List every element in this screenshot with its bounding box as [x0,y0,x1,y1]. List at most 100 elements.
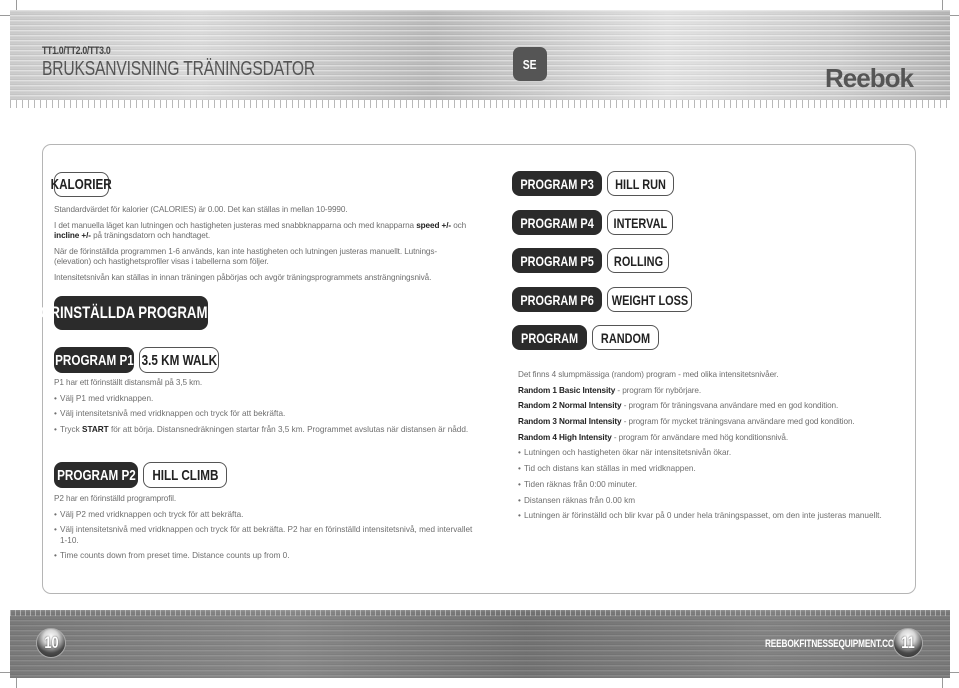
kalorier-tag: KALORIER [50,172,113,197]
footer-band: 10 REEBOKFITNESSEQUIPMENT.COM 11 [10,610,950,678]
list-item: Tiden räknas från 0:00 minuter. [518,480,908,491]
bullet-list: Välj P1 med vridknappen. Välj intensitet… [54,394,474,436]
crop-mark [942,0,943,10]
program-name: HILL CLIMB [151,466,219,484]
program-name: HILL RUN [615,175,666,192]
program-label: PROGRAM P3 [520,175,594,192]
program-tag: PROGRAM P2 [54,462,138,488]
program-label: PROGRAM P5 [520,252,594,269]
random-level: Random 4 High Intensity - program för an… [518,433,908,444]
text: och [451,220,467,230]
language-badge: SE [513,47,547,81]
page-number-text: 10 [43,633,59,652]
paragraph: Standardvärdet för kalorier (CALORIES) ä… [54,205,348,214]
program-p6-header: PROGRAM P6 WEIGHT LOSS [512,287,692,312]
list-item: Välj intensitetsnivå med vridknappen och… [54,525,474,546]
list-item: Tid och distans kan ställas in med vridk… [518,464,908,475]
intro: Det finns 4 slumpmässiga (random) progra… [518,370,779,379]
random-level: Random 1 Basic Intensity - program för n… [518,386,908,397]
program-random-header: PROGRAM RANDOM [512,325,659,350]
website-url: REEBOKFITNESSEQUIPMENT.COM [765,638,901,650]
crop-mark [942,678,943,688]
level-name: Random 4 High Intensity [518,432,612,442]
program-name: WEIGHT LOSS [611,291,688,308]
paragraph: När de förinställda programmen 1-6 använ… [54,246,437,267]
paragraph-manual-mode: I det manuella läget kan lutningen och h… [54,221,474,242]
program-name: RANDOM [600,329,651,346]
document-title: BRUKSANVISNING TRÄNINGSDATOR [42,58,316,80]
program-name: 3.5 KM WALK [141,351,217,369]
list-item: Lutningen och hastigheten ökar när inten… [518,448,908,459]
program-tag: PROGRAM P6 [512,287,602,312]
page-number-text: 11 [901,633,915,652]
bullet-list: Lutningen och hastigheten ökar när inten… [518,448,908,521]
program-tag: PROGRAM P3 [512,171,602,196]
page-number-right: 11 [893,628,923,658]
list-item: Välj intensitetsnivå med vridknappen och… [54,409,474,420]
program-tag: PROGRAM P1 [54,347,134,373]
text: för att börja. Distansnedräkningen start… [108,424,469,434]
program-label: PROGRAM [520,329,579,346]
page-number-left: 10 [36,628,66,658]
program-p3-header: PROGRAM P3 HILL RUN [512,171,674,196]
random-level: Random 3 Normal Intensity - program för … [518,417,908,428]
program-name-tag: ROLLING [607,248,669,273]
random-level: Random 2 Normal Intensity - program för … [518,401,908,412]
level-desc: - program för nybörjare. [615,385,702,395]
level-name: Random 3 Normal Intensity [518,417,622,427]
ruler-ticks [10,610,950,616]
speed-keyword: speed +/- [416,220,452,230]
program-p4-header: PROGRAM P4 INTERVAL [512,210,673,235]
program-label: PROGRAM P6 [520,291,594,308]
list-item: Time counts down from preset time. Dista… [54,551,474,562]
program-p1-header: PROGRAM P1 3.5 KM WALK [54,347,219,373]
kalorier-label: KALORIER [50,176,113,193]
language-code: SE [523,56,537,72]
intro: P2 har en förinställd programprofil. [54,494,177,503]
incline-keyword: incline +/- [54,231,91,240]
program-name-tag: 3.5 KM WALK [139,347,219,373]
crop-mark [16,678,17,688]
program-p2-text: P2 har en förinställd programprofil. Väl… [54,494,474,567]
list-item: Välj P1 med vridknappen. [54,394,474,405]
program-name-tag: RANDOM [592,325,659,350]
program-p2-header: PROGRAM P2 HILL CLIMB [54,462,227,488]
program-p5-header: PROGRAM P5 ROLLING [512,248,669,273]
brand-logo: Reebok [825,63,914,93]
program-name-tag: HILL CLIMB [143,462,227,488]
text: I det manuella läget kan lutningen och h… [54,220,417,230]
text: på träningsdatorn och handtaget. [90,231,211,240]
program-name-tag: INTERVAL [607,210,673,235]
program-p1-text: P1 har ett förinställt distansmål på 3,5… [54,378,474,440]
intro: P1 har ett förinställt distansmål på 3,5… [54,378,203,387]
level-desc: - program för träningsvana användare med… [621,401,839,411]
program-name-tag: HILL RUN [607,171,674,196]
kalorier-text: Standardvärdet för kalorier (CALORIES) ä… [54,205,474,288]
preset-programs-heading: FÖRINSTÄLLDA PROGRAM 1-6 [32,296,230,330]
program-label: PROGRAM P2 [56,466,136,484]
header-band: TT1.0/TT2.0/TT3.0 BRUKSANVISNING TRÄNING… [10,10,950,108]
crop-mark [950,672,959,673]
text: Tryck [60,424,82,434]
preset-heading-label: FÖRINSTÄLLDA PROGRAM 1-6 [31,303,231,322]
level-desc: - program för användare med hög konditio… [611,432,789,442]
program-tag: PROGRAM P4 [512,210,602,235]
crop-mark [950,15,959,16]
program-label: PROGRAM P1 [54,351,134,369]
crop-mark [0,672,10,673]
model-numbers: TT1.0/TT2.0/TT3.0 [42,45,111,57]
list-item: Lutningen är förinställd och blir kvar p… [518,511,908,522]
ruler-ticks [10,100,950,108]
level-desc: - program för mycket träningsvana använd… [621,417,855,427]
list-item: Välj P2 med vridknappen och tryck för at… [54,510,474,521]
paragraph: Intensitetsnivån kan ställas in innan tr… [54,272,432,282]
program-label: PROGRAM P4 [520,214,594,231]
level-name: Random 1 Basic Intensity [518,385,616,395]
list-item: Distansen räknas från 0.00 km [518,496,908,507]
random-program-text: Det finns 4 slumpmässiga (random) progra… [518,370,908,527]
bullet-list: Välj P2 med vridknappen och tryck för at… [54,510,474,562]
list-item: Tryck START för att börja. Distansnedräk… [54,425,474,436]
program-tag: PROGRAM [512,325,587,350]
program-name-tag: WEIGHT LOSS [607,287,692,312]
program-name: ROLLING [613,252,663,269]
